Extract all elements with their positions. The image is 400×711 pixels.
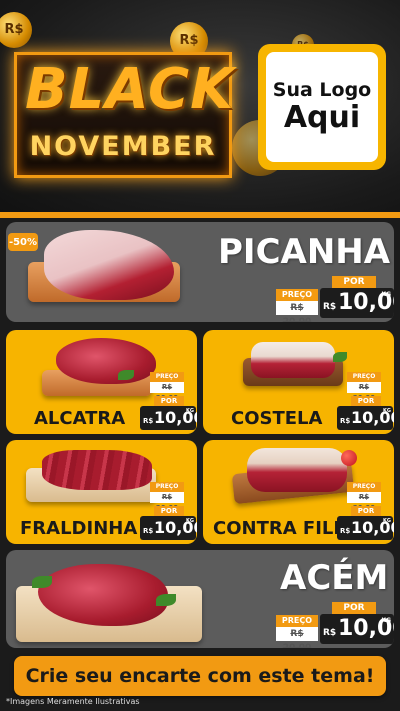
- unit-label: KG: [186, 518, 194, 524]
- product-card-fraldinha[interactable]: FRALDINHA PREÇO R$ 20,00 POR R$ 10,00 KG: [6, 440, 197, 544]
- currency-symbol: R$: [143, 527, 154, 535]
- currency-symbol: R$: [340, 527, 351, 535]
- picanha-image: [44, 230, 174, 300]
- black-november-logo: BLACK NOVEMBER: [14, 52, 235, 178]
- por-label: POR: [351, 506, 381, 516]
- product-name: ALCATRA: [34, 408, 126, 429]
- product-card-acem[interactable]: ACÉM PREÇO R$ 20,00 POR R$ 10,00 KG: [6, 550, 394, 648]
- price-tag: PREÇO R$ 20,00 POR R$ 10,00 KG: [276, 272, 394, 322]
- product-name: COSTELA: [231, 408, 323, 429]
- logo-text-line1: Sua Logo: [272, 79, 372, 102]
- herb-decoration: [32, 576, 52, 588]
- currency-symbol: R$: [323, 628, 337, 638]
- unit-label: KG: [381, 291, 391, 298]
- product-card-contra-file[interactable]: CONTRA FILÉ PREÇO R$ 20,00 POR R$ 10,00 …: [203, 440, 394, 544]
- new-price: R$ 10,00 KG: [320, 288, 394, 318]
- unit-label: KG: [381, 617, 391, 624]
- unit-label: KG: [186, 408, 194, 414]
- product-name: CONTRA FILÉ: [213, 518, 346, 539]
- old-price: R$ 20,00: [150, 492, 184, 512]
- price-tag: PREÇO R$ 20,00 POR R$ 10,00 KG: [276, 598, 394, 648]
- old-price: R$ 20,00: [347, 382, 381, 402]
- new-price: R$ 10,00 KG: [140, 406, 197, 430]
- por-label: POR: [332, 276, 376, 288]
- banner-title-black: BLACK: [25, 57, 235, 122]
- product-name: FRALDINHA: [20, 518, 138, 539]
- old-price: R$ 20,00: [150, 382, 184, 402]
- price-tag: PREÇO R$ 20,00 POR R$ 10,00 KG: [337, 372, 394, 432]
- price-tag: PREÇO R$ 20,00 POR R$ 10,00 KG: [140, 372, 197, 432]
- coin-icon: R$: [0, 12, 32, 48]
- preco-label: PREÇO: [150, 372, 184, 382]
- tomato-decoration: [341, 450, 357, 466]
- preco-label: PREÇO: [347, 482, 381, 492]
- new-price: R$ 10,00 KG: [337, 406, 394, 430]
- currency-symbol: R$: [340, 417, 351, 425]
- new-price: R$ 10,00 KG: [320, 614, 394, 644]
- product-name: PICANHA: [218, 232, 391, 272]
- contra-file-image: [247, 448, 347, 492]
- preco-label: PREÇO: [150, 482, 184, 492]
- currency-symbol: R$: [323, 302, 337, 312]
- unit-label: KG: [383, 518, 391, 524]
- por-label: POR: [154, 396, 184, 406]
- product-name: ACÉM: [280, 558, 389, 598]
- price-tag: PREÇO R$ 20,00 POR R$ 10,00 KG: [140, 482, 197, 542]
- por-label: POR: [332, 602, 376, 614]
- unit-label: KG: [383, 408, 391, 414]
- footnote: *Imagens Meramente Ilustrativas: [6, 697, 140, 706]
- cta-banner-button[interactable]: Crie seu encarte com este tema!: [14, 656, 386, 696]
- discount-badge: -50%: [8, 233, 38, 251]
- header-banner: R$ R$ R$ BLACK NOVEMBER Sua Logo Aqui: [0, 0, 400, 212]
- preco-label: PREÇO: [347, 372, 381, 382]
- banner-title-november: NOVEMBER: [29, 131, 217, 162]
- old-price: R$ 20,00: [276, 301, 318, 322]
- header-divider: [0, 212, 400, 218]
- herb-decoration: [333, 352, 347, 362]
- herb-decoration: [156, 594, 176, 606]
- currency-symbol: R$: [143, 417, 154, 425]
- new-price: R$ 10,00 KG: [140, 516, 197, 540]
- store-logo-placeholder[interactable]: Sua Logo Aqui: [258, 44, 386, 170]
- product-card-costela[interactable]: COSTELA PREÇO R$ 20,00 POR R$ 10,00 KG: [203, 330, 394, 434]
- price-tag: PREÇO R$ 20,00 POR R$ 10,00 KG: [337, 482, 394, 542]
- costela-image: [251, 342, 335, 378]
- product-card-picanha[interactable]: PICANHA PREÇO R$ 20,00 POR R$ 10,00 KG: [6, 222, 394, 322]
- old-price: R$ 20,00: [276, 627, 318, 648]
- preco-label: PREÇO: [276, 615, 318, 627]
- new-price: R$ 10,00 KG: [337, 516, 394, 540]
- old-price: R$ 20,00: [347, 492, 381, 512]
- product-card-alcatra[interactable]: ALCATRA PREÇO R$ 20,00 POR R$ 10,00 KG: [6, 330, 197, 434]
- herb-decoration: [118, 370, 134, 380]
- preco-label: PREÇO: [276, 289, 318, 301]
- por-label: POR: [154, 506, 184, 516]
- logo-text-line2: Aqui: [283, 99, 361, 135]
- por-label: POR: [351, 396, 381, 406]
- fraldinha-image: [42, 450, 152, 490]
